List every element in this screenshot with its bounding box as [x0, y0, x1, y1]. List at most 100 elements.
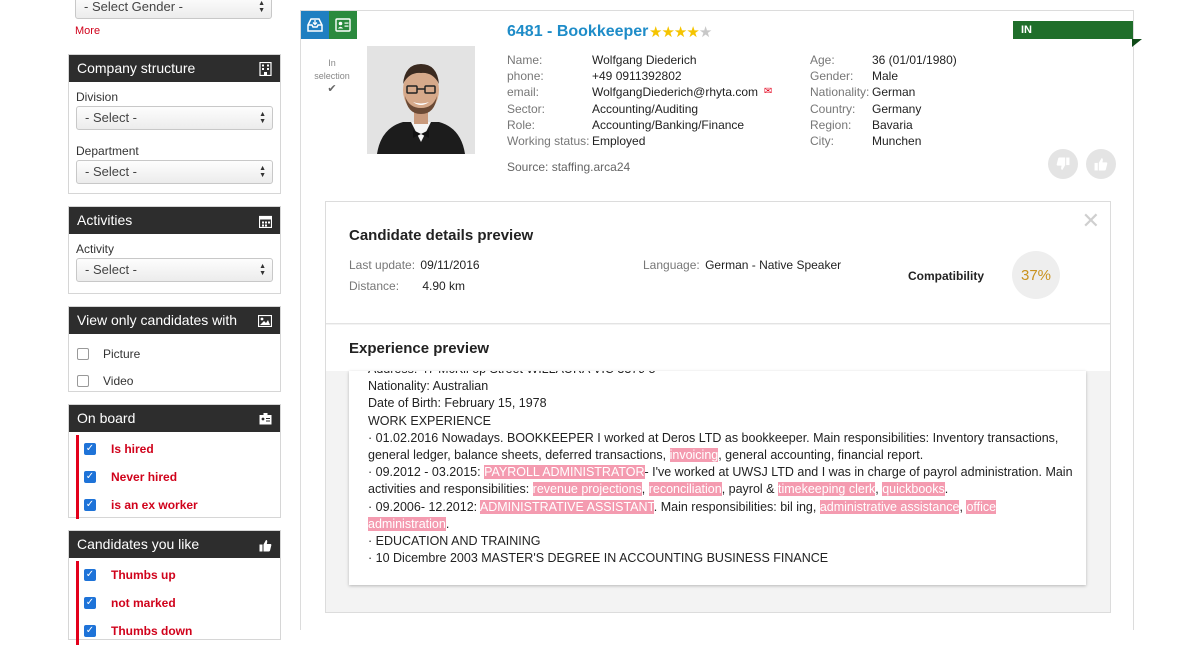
phone-label: phone:	[507, 69, 544, 84]
email-row: email: WolfgangDiederich@rhyta.com ✉	[507, 84, 772, 100]
country-value: Germany	[872, 101, 922, 116]
thumbs-up-label: Thumbs up	[111, 568, 176, 582]
experience-line: · 09.2006- 12.2012: ADMINISTRATIVE ASSIS…	[368, 499, 1073, 533]
company-structure-header[interactable]: Company structure	[69, 55, 280, 82]
thumbs-up-option[interactable]: ✓ Thumbs up	[79, 561, 280, 589]
more-link[interactable]: More	[75, 25, 100, 37]
likes-options: ✓ Thumbs up ✓ not marked ✓ Thumbs down	[76, 561, 280, 645]
compatibility-label: Compatibility	[908, 269, 985, 283]
thumbs-up-icon	[259, 531, 272, 558]
inbox-button[interactable]	[301, 11, 329, 39]
mail-icon[interactable]: ✉	[764, 84, 772, 100]
experience-text-segment: · 09.2012 - 03.2015:	[368, 465, 485, 480]
select-arrows-icon: ▲ ▼	[259, 263, 266, 277]
nationality-label: Nationality:	[810, 85, 870, 100]
star-filled-icon[interactable]: ★	[661, 24, 674, 41]
division-select[interactable]: - Select - ▲ ▼	[76, 106, 273, 130]
region-row: Region: Bavaria	[810, 117, 957, 133]
candidate-photo	[367, 46, 475, 154]
never-hired-option[interactable]: ✓ Never hired	[79, 463, 280, 491]
thumbs-down-icon	[1056, 157, 1070, 170]
ex-worker-option[interactable]: ✓ is an ex worker	[79, 491, 280, 519]
distance-row: Distance: 4.90 km	[349, 279, 465, 293]
experience-text-segment: · 10 Dicembre 2003 MASTER'S DEGREE IN AC…	[368, 551, 829, 566]
gender-label: Gender:	[810, 69, 854, 84]
sector-row: Sector: Accounting/Auditing	[507, 101, 772, 117]
candidate-preview: ✕ Candidate details preview Last update:…	[325, 201, 1111, 613]
not-marked-checkbox[interactable]: ✓	[84, 597, 96, 609]
highlighted-keyword: invoicing	[669, 448, 719, 463]
language-row: Language: German - Native Speaker	[643, 258, 841, 272]
panel-title: Activities	[77, 212, 133, 228]
sector-value: Accounting/Auditing	[592, 101, 699, 116]
distance-value: 4.90 km	[422, 279, 466, 293]
activities-header[interactable]: Activities	[69, 207, 280, 234]
phone-value[interactable]: +49 0911392802	[592, 68, 682, 84]
role-label: Role:	[507, 117, 536, 132]
picture-checkbox[interactable]	[77, 347, 89, 360]
video-label: Video	[103, 373, 134, 388]
details-preview-section: ✕ Candidate details preview Last update:…	[326, 202, 1110, 324]
gender-select-value: - Select Gender -	[84, 0, 183, 14]
experience-line: Address: 47 McKil op Street WILLAURA VIC…	[368, 371, 1073, 378]
experience-text-segment: , general accounting, financial report.	[718, 448, 924, 463]
thumbs-down-checkbox[interactable]: ✓	[84, 625, 96, 637]
last-update-label: Last update:	[349, 258, 416, 272]
job-title[interactable]: 6481 - Bookkeeper	[507, 23, 648, 41]
video-checkbox[interactable]	[77, 374, 89, 387]
experience-line: Nationality: Australian	[368, 378, 1073, 395]
is-hired-option[interactable]: ✓ Is hired	[79, 435, 280, 463]
is-hired-checkbox[interactable]: ✓	[84, 443, 96, 455]
star-filled-icon[interactable]: ★	[686, 24, 699, 41]
experience-line: Date of Birth: February 15, 1978	[368, 395, 1073, 412]
nationality-value: German	[872, 85, 916, 100]
contact-card-icon	[335, 18, 351, 32]
on-board-header[interactable]: On board	[69, 405, 280, 432]
thumbs-up-checkbox[interactable]: ✓	[84, 569, 96, 581]
thumbs-down-option[interactable]: ✓ Thumbs down	[79, 617, 280, 645]
likes-header[interactable]: Candidates you like	[69, 531, 280, 558]
department-select-value: - Select -	[85, 164, 138, 179]
country-label: Country:	[810, 101, 856, 116]
thumbs-up-button[interactable]	[1086, 149, 1116, 179]
close-icon[interactable]: ✕	[1082, 210, 1100, 232]
status-badge: IN PRESENTAZIONE	[1013, 21, 1133, 54]
select-arrows-icon: ▲ ▼	[258, 0, 265, 14]
profile-card-button[interactable]	[329, 11, 357, 39]
calendar-icon	[258, 207, 273, 234]
language-value: German - Native Speaker	[705, 258, 842, 272]
activity-label: Activity	[76, 242, 115, 256]
activities-panel: Activities Activity - Select - ▲ ▼	[68, 206, 281, 294]
star-empty-icon[interactable]: ★	[699, 24, 712, 41]
star-filled-icon[interactable]: ★	[649, 24, 662, 41]
department-select[interactable]: - Select - ▲ ▼	[76, 160, 273, 184]
experience-text-segment: .	[445, 516, 450, 531]
not-marked-option[interactable]: ✓ not marked	[79, 589, 280, 617]
company-structure-panel: Company structure Division - Select - ▲ ▼…	[68, 54, 281, 194]
compatibility-score: 37%	[1012, 251, 1060, 299]
activity-select[interactable]: - Select - ▲ ▼	[76, 258, 273, 282]
check-icon: ✔	[327, 83, 337, 95]
picture-option[interactable]: Picture	[69, 340, 280, 367]
on-board-options: ✓ Is hired ✓ Never hired ✓ is an ex work…	[76, 435, 280, 519]
language-label: Language:	[643, 258, 700, 272]
thumbs-down-button[interactable]	[1048, 149, 1078, 179]
experience-text-box[interactable]: Address: 47 McKil op Street WILLAURA VIC…	[349, 371, 1086, 585]
never-hired-checkbox[interactable]: ✓	[84, 471, 96, 483]
rating-stars[interactable]: ★★★★★	[649, 23, 712, 41]
star-filled-icon[interactable]: ★	[674, 24, 687, 41]
gender-select[interactable]: - Select Gender - ▲ ▼	[75, 0, 272, 19]
nationality-row: Nationality: German	[810, 84, 957, 100]
experience-line: · EDUCATION AND TRAINING	[368, 533, 1073, 550]
view-only-header[interactable]: View only candidates with	[69, 307, 280, 334]
gender-row: Gender: Male	[810, 68, 957, 84]
candidate-info-right: Age: 36 (01/01/1980) Gender: Male National…	[810, 52, 957, 149]
age-row: Age: 36 (01/01/1980)	[810, 52, 957, 68]
email-value[interactable]: WolfgangDiederich@rhyta.com	[592, 84, 758, 100]
ex-worker-checkbox[interactable]: ✓	[84, 499, 96, 511]
video-option[interactable]: Video	[69, 367, 280, 394]
role-row: Role: Accounting/Banking/Finance	[507, 117, 772, 133]
details-preview-title: Candidate details preview	[349, 227, 534, 244]
picture-label: Picture	[103, 346, 141, 361]
id-card-icon	[259, 405, 272, 432]
